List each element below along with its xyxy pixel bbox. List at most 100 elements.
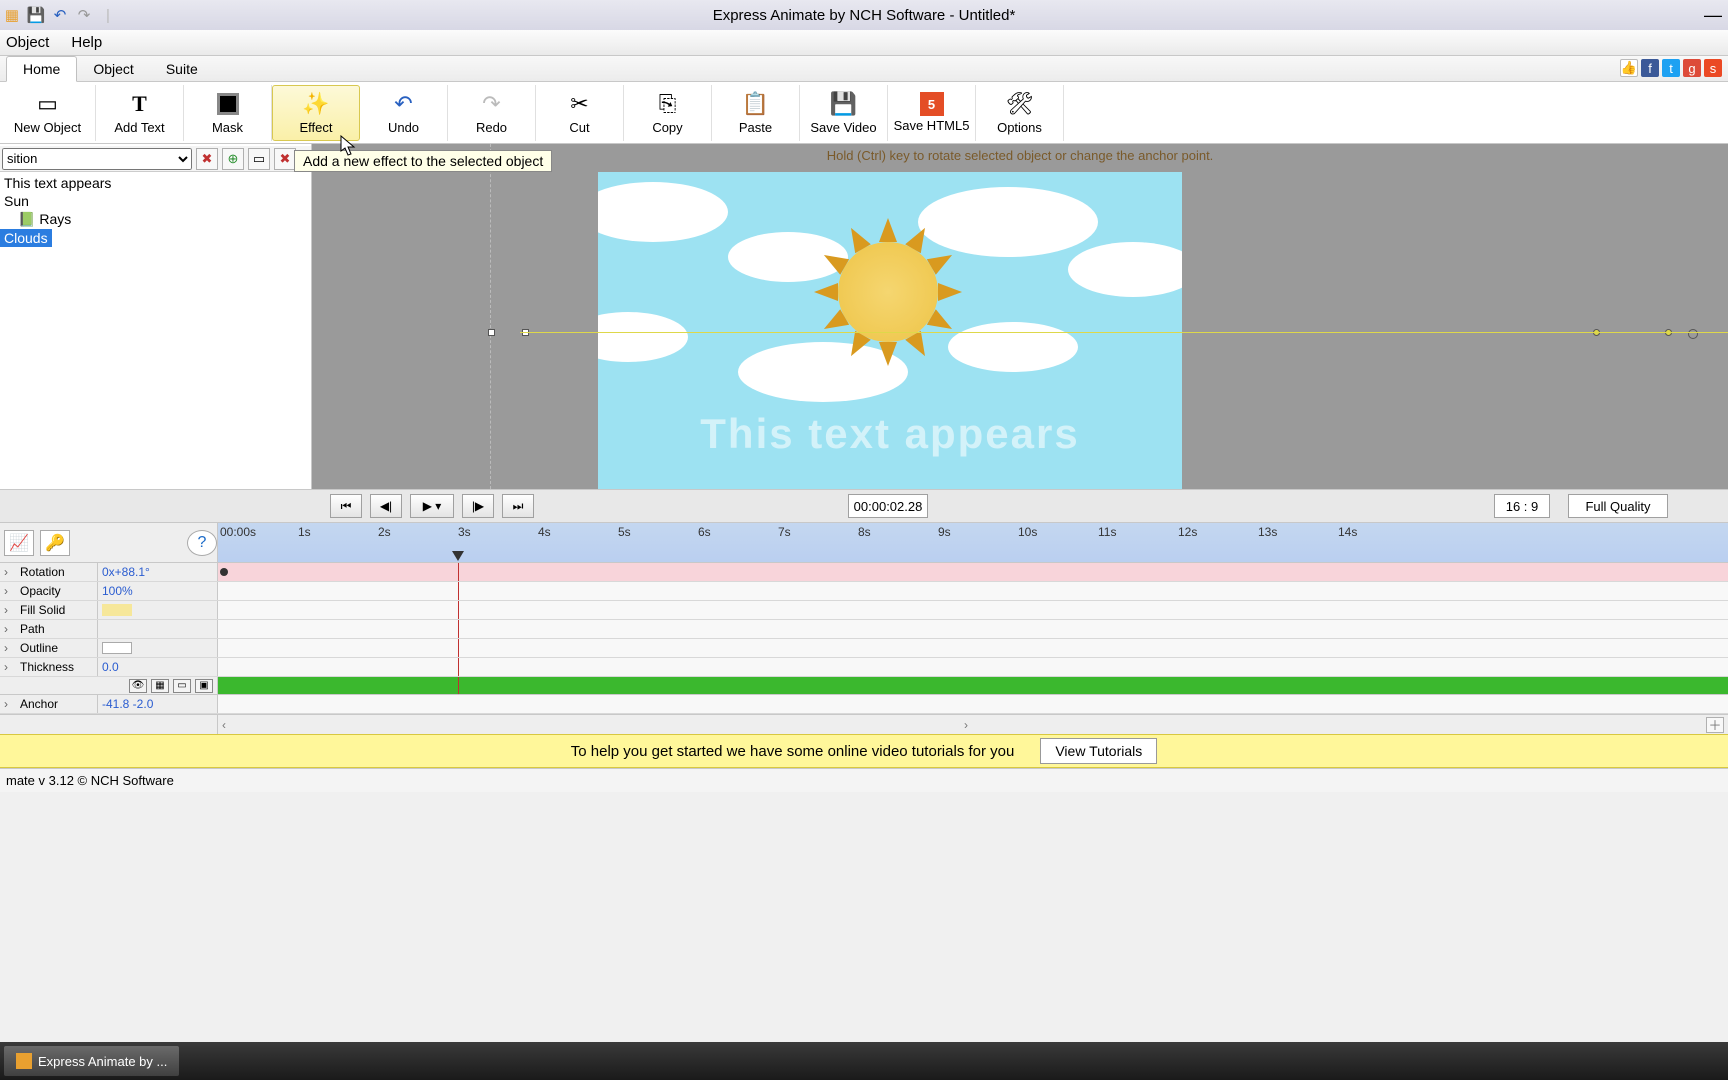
goto-start-button[interactable]: ⏮ [330,494,362,518]
stage[interactable]: This text appears [598,172,1182,489]
play-button[interactable]: ▶ ▾ [410,494,454,518]
playhead-icon[interactable] [452,551,464,561]
paste-icon: 📋 [742,90,770,118]
solo-icon[interactable]: ▣ [195,679,213,693]
cut-icon: ✂ [566,90,594,118]
prop-path-row[interactable]: Path [0,620,1728,639]
redo-button[interactable]: ↷Redo [448,85,536,141]
twitter-icon[interactable]: t [1662,59,1680,77]
view-tutorials-button[interactable]: View Tutorials [1040,738,1157,764]
new-object-icon: ▭ [34,90,62,118]
copy-button[interactable]: ⎘Copy [624,85,712,141]
prop-opacity-row[interactable]: Opacity 100% [0,582,1728,601]
handle-icon[interactable] [488,329,495,336]
layer-text[interactable]: This text appears [0,174,311,192]
cloud-shape [598,182,728,242]
new-file-icon[interactable]: ▦ [2,4,22,26]
paste-button[interactable]: 📋Paste [712,85,800,141]
anchor-icon[interactable] [1688,329,1698,339]
aspect-ratio-select[interactable]: 16 : 9 [1494,494,1550,518]
cut-button[interactable]: ✂Cut [536,85,624,141]
timeline-scrollbar[interactable]: ‹›＋ [218,715,1728,734]
keyframe-icon[interactable] [220,568,228,576]
tool-2-icon[interactable]: ⊕ [222,148,244,170]
timecode-display: 00:00:02.28 [848,494,928,518]
like-icon[interactable]: 👍 [1620,59,1638,77]
key-editor-icon[interactable]: 🔑 [40,530,70,556]
ribbon-toolbar: ▭New Object TAdd Text Mask ✨Effect ↶Undo… [0,82,1728,144]
tab-suite[interactable]: Suite [150,57,214,81]
menu-bar: Object Help [0,30,1728,56]
outline-swatch[interactable] [102,642,132,654]
mask-icon [214,90,242,118]
selection-line [520,332,1728,333]
tutorial-text: To help you get started we have some onl… [571,743,1015,760]
menu-object[interactable]: Object [6,34,49,51]
curve-editor-icon[interactable]: 📈 [4,530,34,556]
taskbar-item[interactable]: Express Animate by ... [4,1046,179,1076]
effect-icon: ✨ [302,90,330,118]
tool-3-icon[interactable]: ▭ [248,148,270,170]
undo-icon: ↶ [390,90,418,118]
cloud-shape [1068,242,1182,297]
sun-shape [838,242,938,342]
tooltip: Add a new effect to the selected object [294,150,552,172]
composition-select[interactable]: sition [2,148,192,170]
undo-button[interactable]: ↶Undo [360,85,448,141]
stumble-icon[interactable]: s [1704,59,1722,77]
save-video-button[interactable]: 💾Save Video [800,85,888,141]
timeline-panel: 📈 🔑 ? 00:00s 1s 2s 3s 4s 5s 6s 7s 8s 9s … [0,523,1728,734]
canvas-area[interactable]: Hold (Ctrl) key to rotate selected objec… [312,144,1728,489]
status-bar: mate v 3.12 © NCH Software [0,768,1728,792]
tab-home[interactable]: Home [6,56,77,82]
redo-icon[interactable]: ↷ [74,4,94,26]
prev-frame-button[interactable]: ◀| [370,494,402,518]
copy-icon: ⎘ [654,90,682,118]
next-frame-button[interactable]: |▶ [462,494,494,518]
facebook-icon[interactable]: f [1641,59,1659,77]
prop-rotation-row[interactable]: Rotation 0x+88.1° [0,563,1728,582]
layer-clouds[interactable]: Clouds [0,229,52,247]
canvas-hint: Hold (Ctrl) key to rotate selected objec… [827,148,1214,163]
mask-button[interactable]: Mask [184,85,272,141]
new-object-button[interactable]: ▭New Object [0,85,96,141]
app-icon [16,1053,32,1069]
prop-fill-row[interactable]: Fill Solid [0,601,1728,620]
fill-swatch[interactable] [102,604,132,616]
text-icon: T [126,90,154,118]
add-text-button[interactable]: TAdd Text [96,85,184,141]
layer-sun[interactable]: Sun [0,192,311,210]
help-icon[interactable]: ? [187,530,217,556]
quality-select[interactable]: Full Quality [1568,494,1668,518]
save-html5-button[interactable]: 5Save HTML5 [888,85,976,141]
separator-icon: | [98,4,118,26]
google-plus-icon[interactable]: g [1683,59,1701,77]
save-icon[interactable]: 💾 [26,4,46,26]
save-video-icon: 💾 [830,90,858,118]
lock-icon[interactable]: ▦ [151,679,169,693]
prop-anchor-row[interactable]: Anchor -41.8 -2.0 [0,695,1728,714]
tutorial-bar: To help you get started we have some onl… [0,734,1728,768]
html5-icon: 5 [920,92,944,116]
tool-1-icon[interactable]: ✖ [196,148,218,170]
layer-rays[interactable]: 📗 Rays [0,210,311,229]
tool-4-icon[interactable]: ✖ [274,148,296,170]
effect-button[interactable]: ✨Effect [272,85,360,141]
menu-help[interactable]: Help [71,34,102,51]
tab-object[interactable]: Object [77,57,149,81]
prop-thickness-row[interactable]: Thickness 0.0 [0,658,1728,677]
timeline-ruler[interactable]: 00:00s 1s 2s 3s 4s 5s 6s 7s 8s 9s 10s 11… [218,523,1728,562]
vis-icon[interactable]: 👁 [129,679,147,693]
shy-icon[interactable]: ▭ [173,679,191,693]
minimize-button[interactable]: — [1704,5,1722,26]
zoom-add-button[interactable]: ＋ [1706,717,1724,733]
tab-strip: Home Object Suite 👍 f t g s [0,56,1728,82]
objects-panel: sition ✖ ⊕ ▭ ✖ This text appears Sun 📗 R… [0,144,312,489]
undo-icon[interactable]: ↶ [50,4,70,26]
cursor-icon [340,135,358,157]
options-button[interactable]: 🛠Options [976,85,1064,141]
clip-row[interactable]: 👁 ▦ ▭ ▣ [0,677,1728,695]
goto-end-button[interactable]: ⏭ [502,494,534,518]
cloud-shape [918,187,1098,257]
prop-outline-row[interactable]: Outline [0,639,1728,658]
